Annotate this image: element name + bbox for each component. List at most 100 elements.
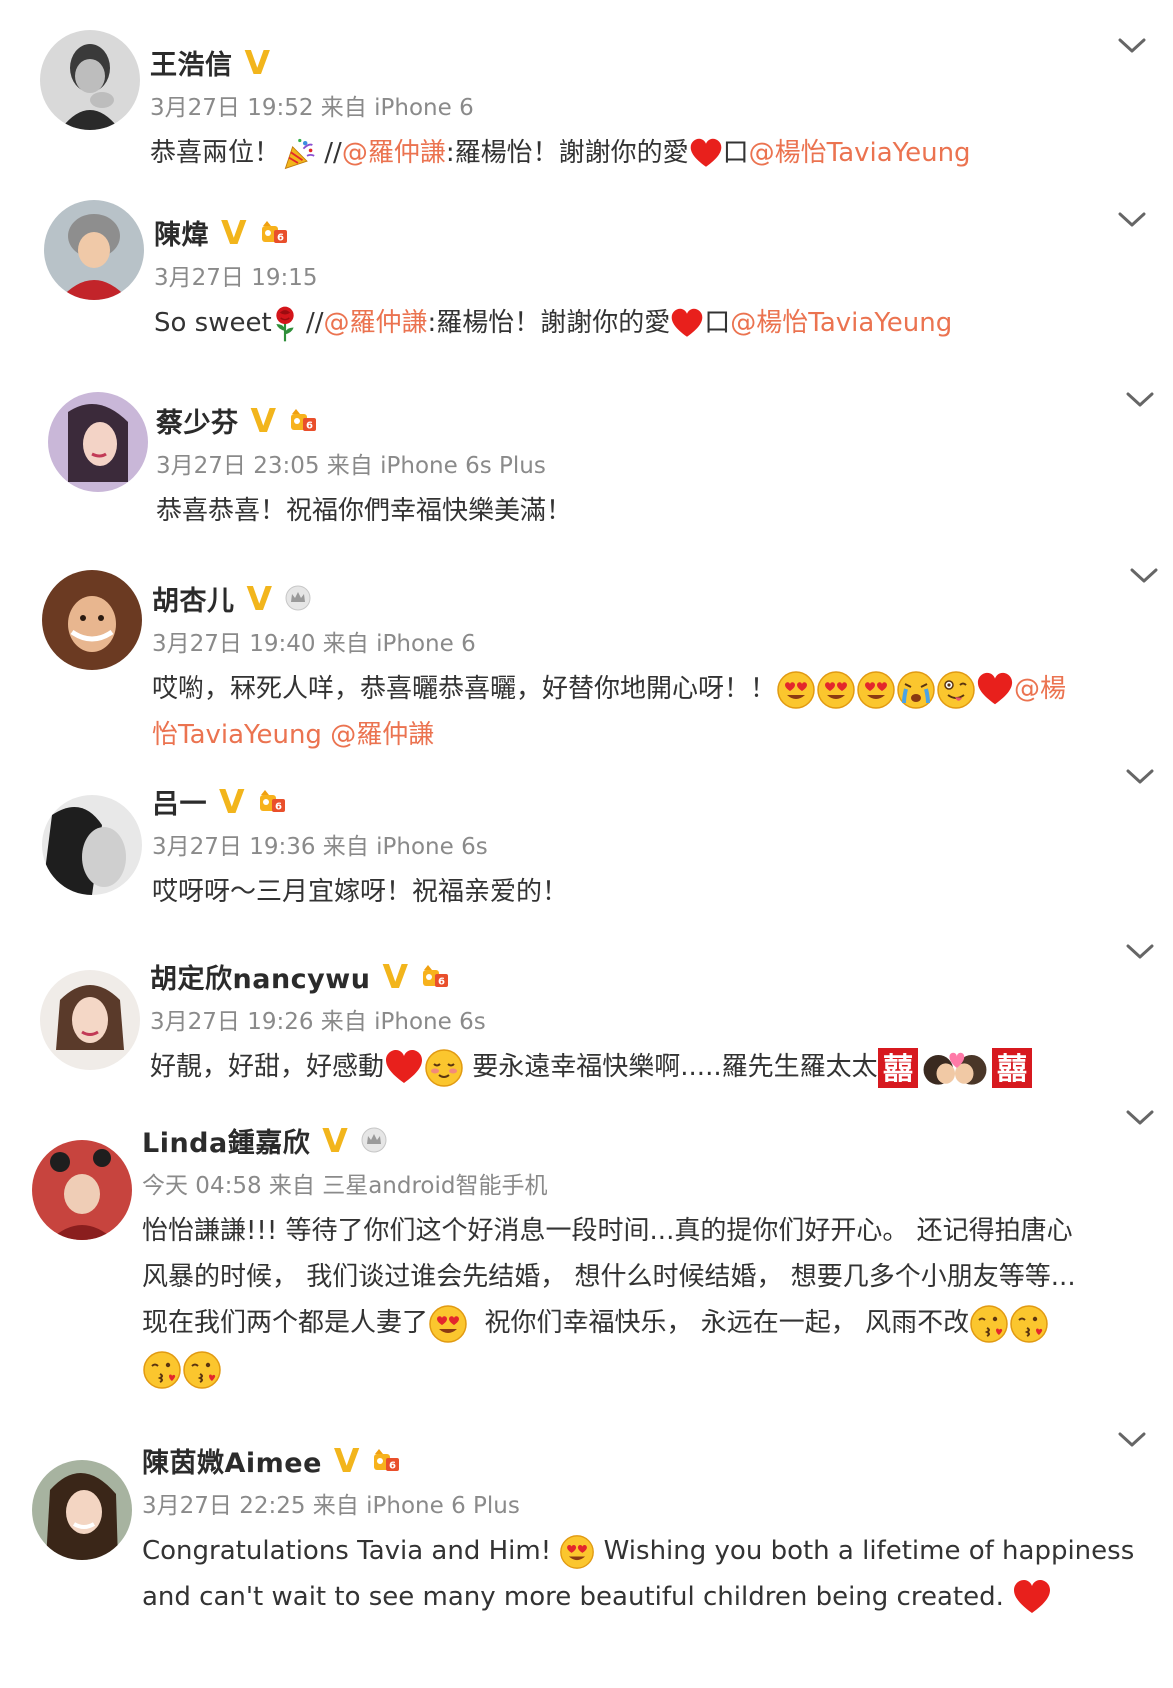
text-segment: 现在我们两个都是人妻了 bbox=[142, 1308, 429, 1338]
username[interactable]: 吕一 bbox=[152, 782, 207, 821]
mention-link[interactable]: @羅仲謙 bbox=[342, 138, 446, 168]
comment-text: 哎喲，冧死人咩，恭喜曬恭喜曬，好替你地開心呀！！ @楊 怡TaviaYeung @… bbox=[152, 666, 1153, 758]
chevron-down-icon[interactable] bbox=[1117, 210, 1147, 230]
text-segment: and can't wait to see many more beautifu… bbox=[142, 1582, 1004, 1612]
text-line: Congratulations Tavia and Him! Wishing y… bbox=[142, 1528, 1153, 1574]
verified-badge: V bbox=[250, 400, 277, 440]
heart-eyes-emoji bbox=[856, 670, 896, 710]
chevron-down-icon[interactable] bbox=[1129, 566, 1159, 586]
red-heart-emoji bbox=[1012, 1578, 1052, 1618]
post-meta: 3月27日 19:40 来自 iPhone 6 bbox=[152, 631, 476, 657]
username[interactable]: 王浩信 bbox=[150, 43, 233, 82]
verified-badge: V bbox=[219, 781, 245, 821]
kissing-heart-emoji bbox=[142, 1350, 182, 1390]
heart-eyes-emoji bbox=[776, 670, 816, 710]
avatar[interactable] bbox=[40, 970, 140, 1070]
avatar[interactable] bbox=[48, 392, 148, 492]
post-meta: 3月27日 19:26 来自 iPhone 6s bbox=[150, 1009, 486, 1035]
username[interactable]: 胡定欣nancywu bbox=[150, 957, 370, 996]
username[interactable]: 陳茵媺Aimee bbox=[142, 1441, 322, 1480]
red-heart-emoji bbox=[976, 671, 1014, 709]
text-line: 风暴的时候， 我们谈过谁会先结婚， 想什么时候结婚， 想要几多个小朋友等等... bbox=[142, 1262, 1076, 1292]
text-line: and can't wait to see many more beautifu… bbox=[142, 1574, 1153, 1620]
silly-emoji bbox=[936, 670, 976, 710]
repost-separator: // bbox=[324, 138, 342, 168]
username[interactable]: Linda鍾嘉欣 bbox=[142, 1121, 310, 1160]
verified-badge: V bbox=[244, 42, 271, 82]
post-meta: 3月27日 19:36 来自 iPhone 6s bbox=[152, 834, 488, 860]
username[interactable]: 胡杏儿 bbox=[152, 579, 235, 618]
chevron-down-icon[interactable] bbox=[1125, 1108, 1155, 1128]
text-segment: So sweet bbox=[154, 308, 272, 338]
mention-link[interactable]: @羅仲謙 bbox=[330, 720, 434, 750]
rose-emoji bbox=[272, 304, 298, 344]
chevron-down-icon[interactable] bbox=[1125, 390, 1155, 410]
chevron-down-icon[interactable] bbox=[1125, 767, 1155, 787]
username[interactable]: 蔡少芬 bbox=[156, 401, 239, 440]
post-meta: 今天 04:58 来自 三星android智能手机 bbox=[142, 1173, 548, 1199]
weibo-comment-feed: 王浩信 V 3月27日 19:52 来自 iPhone 6 恭喜兩位！ //@羅… bbox=[0, 0, 1173, 1688]
text-line: 怡怡謙謙!!! 等待了你们这个好消息一段时间...真的提你们好开心。 还记得拍唐… bbox=[142, 1216, 1073, 1246]
text-segment: 要永遠幸福快樂啊.....羅先生羅太太 bbox=[472, 1052, 878, 1082]
fan-badge-icon bbox=[288, 406, 318, 434]
heart-eyes-emoji bbox=[559, 1534, 595, 1570]
comment-text: 好靚，好甜，好感動 要永遠幸福快樂啊.....羅先生羅太太 bbox=[150, 1044, 1153, 1090]
kissing-couple-emoji bbox=[918, 1048, 992, 1088]
post-meta: 3月27日 19:15 bbox=[154, 265, 318, 291]
kissing-heart-emoji bbox=[1009, 1304, 1049, 1344]
mention-link[interactable]: @楊怡TaviaYeung bbox=[749, 138, 971, 168]
text-segment: 祝你们幸福快乐， 永远在一起， 风雨不改 bbox=[484, 1308, 970, 1338]
avatar[interactable] bbox=[44, 200, 144, 300]
post-meta: 3月27日 23:05 来自 iPhone 6s Plus bbox=[156, 453, 546, 479]
crown-badge-icon bbox=[284, 585, 312, 611]
avatar[interactable] bbox=[40, 30, 140, 130]
comment-text: 哎呀呀～三月宜嫁呀！祝福亲爱的！ bbox=[152, 877, 569, 907]
red-heart-emoji bbox=[384, 1048, 424, 1088]
chevron-down-icon[interactable] bbox=[1117, 36, 1147, 56]
verified-badge: V bbox=[246, 578, 273, 618]
fan-badge-icon bbox=[257, 787, 287, 815]
mention-link[interactable]: @楊 bbox=[1014, 674, 1066, 704]
double-happiness-emoji bbox=[878, 1048, 918, 1088]
mention-link[interactable]: @楊怡TaviaYeung bbox=[730, 308, 952, 338]
comment-text: 恭喜恭喜！祝福你們幸福快樂美滿！ bbox=[156, 496, 573, 526]
fan-badge-icon bbox=[259, 218, 289, 246]
fan-badge-icon bbox=[420, 962, 450, 990]
avatar[interactable] bbox=[32, 1140, 132, 1240]
mention-link[interactable]: @羅仲謙 bbox=[323, 308, 427, 338]
heart-eyes-emoji bbox=[428, 1304, 468, 1344]
mention-link[interactable]: 怡TaviaYeung bbox=[152, 720, 322, 750]
post-meta: 3月27日 19:52 来自 iPhone 6 bbox=[150, 95, 474, 121]
missing-glyph-box: 口 bbox=[722, 138, 749, 168]
text-line: 现在我们两个都是人妻了 祝你们幸福快乐， 永远在一起， 风雨不改 bbox=[142, 1300, 1153, 1346]
verified-badge: V bbox=[382, 956, 408, 996]
red-heart-emoji bbox=[670, 307, 704, 341]
double-happiness-emoji bbox=[992, 1048, 1032, 1088]
text-segment: :羅楊怡！謝謝你的愛 bbox=[427, 308, 671, 338]
text-segment: Congratulations Tavia and Him! bbox=[142, 1536, 552, 1566]
avatar[interactable] bbox=[42, 570, 142, 670]
verified-badge: V bbox=[221, 212, 247, 252]
comment-text: Congratulations Tavia and Him! Wishing y… bbox=[142, 1528, 1153, 1620]
avatar[interactable] bbox=[42, 795, 142, 895]
text-segment: Wishing you both a lifetime of happiness bbox=[603, 1536, 1135, 1566]
post-meta: 3月27日 22:25 来自 iPhone 6 Plus bbox=[142, 1493, 520, 1519]
comment-text: 恭喜兩位！ //@羅仲謙:羅楊怡！謝謝你的愛 口@楊怡TaviaYeung bbox=[150, 130, 1133, 176]
kissing-heart-emoji bbox=[182, 1350, 222, 1390]
username[interactable]: 陳煒 bbox=[154, 213, 209, 252]
repost-separator: // bbox=[305, 308, 324, 338]
party-popper-emoji bbox=[280, 136, 316, 172]
verified-badge: V bbox=[333, 1440, 360, 1480]
missing-glyph-box: 口 bbox=[704, 308, 731, 338]
text-segment: 好靚，好甜，好感動 bbox=[150, 1052, 385, 1082]
comment-text: So sweet //@羅仲謙:羅楊怡！謝謝你的愛 口@楊怡TaviaYeung bbox=[154, 300, 1133, 346]
crown-badge-icon bbox=[360, 1127, 388, 1153]
fan-badge-icon bbox=[371, 1446, 401, 1474]
chevron-down-icon[interactable] bbox=[1117, 1430, 1147, 1450]
chevron-down-icon[interactable] bbox=[1125, 942, 1155, 962]
text-segment: :羅楊怡！謝謝你的愛 bbox=[445, 138, 689, 168]
text-line bbox=[142, 1346, 1153, 1392]
avatar[interactable] bbox=[32, 1460, 132, 1560]
heart-eyes-emoji bbox=[816, 670, 856, 710]
blushing-emoji bbox=[424, 1048, 464, 1088]
